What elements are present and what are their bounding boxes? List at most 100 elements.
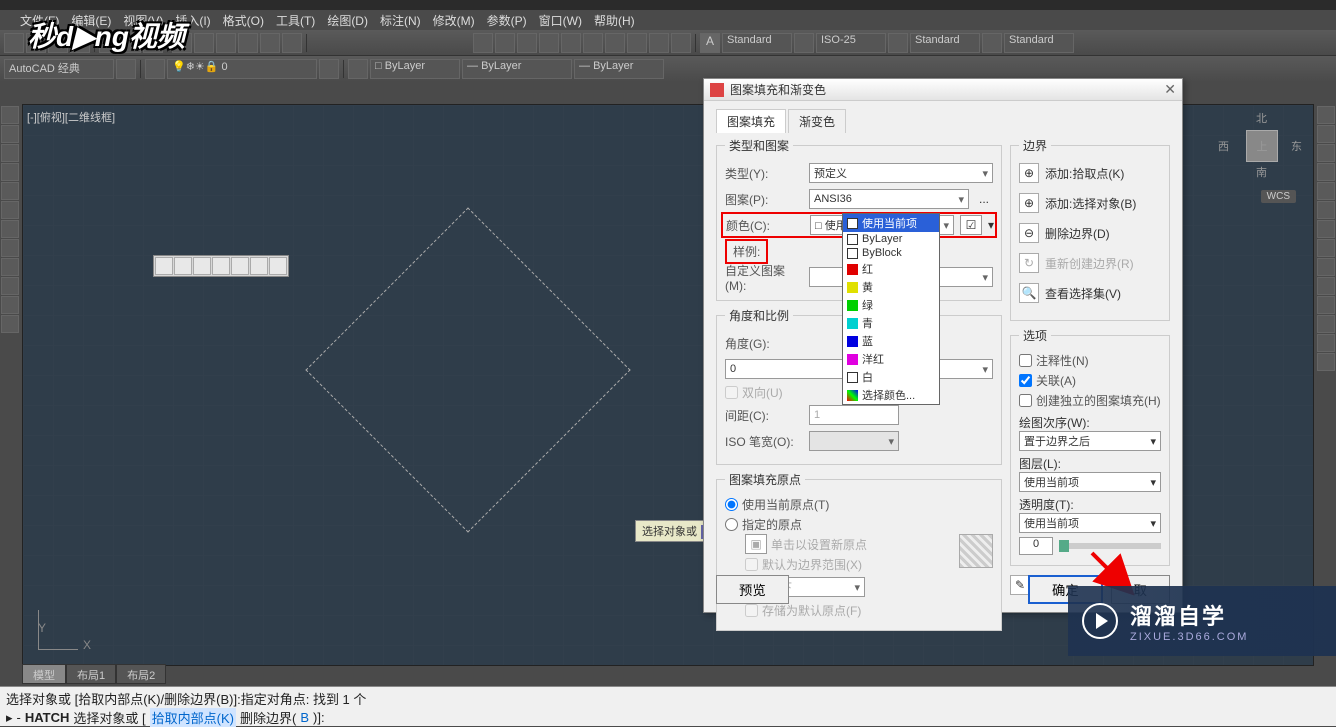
tool-icon[interactable] bbox=[495, 33, 515, 53]
line-icon[interactable] bbox=[1, 106, 19, 124]
pattern-browse-button[interactable]: ... bbox=[975, 192, 993, 206]
view-icon[interactable] bbox=[269, 257, 287, 275]
annotative-checkbox[interactable] bbox=[1019, 354, 1032, 367]
erase-icon[interactable] bbox=[1317, 106, 1335, 124]
color-icon[interactable] bbox=[348, 59, 368, 79]
command-prompt[interactable]: ▸ - HATCH 选择对象或 [拾取内部点(K) 删除边界(B)]: bbox=[6, 708, 1330, 727]
extend-icon[interactable] bbox=[1317, 296, 1335, 314]
color-option[interactable]: 洋红 bbox=[843, 350, 939, 368]
stretch-icon[interactable] bbox=[1317, 258, 1335, 276]
circle-icon[interactable] bbox=[1, 144, 19, 162]
tool-icon[interactable] bbox=[517, 33, 537, 53]
separate-checkbox[interactable] bbox=[1019, 394, 1032, 407]
tool-icon[interactable] bbox=[649, 33, 669, 53]
color-dropdown-list[interactable]: 使用当前项ByLayerByBlock红黄绿青蓝洋红白选择颜色... bbox=[842, 213, 940, 405]
mirror-icon[interactable] bbox=[1317, 144, 1335, 162]
menu-item[interactable]: 修改(M) bbox=[433, 12, 475, 29]
add-select-icon[interactable]: ⊕ bbox=[1019, 193, 1039, 213]
color-option[interactable]: 青 bbox=[843, 314, 939, 332]
wcs-badge[interactable]: WCS bbox=[1261, 190, 1296, 203]
view-cube[interactable]: 上 北 南 东 西 bbox=[1226, 110, 1296, 180]
gear-icon[interactable] bbox=[116, 59, 136, 79]
chamfer-icon[interactable] bbox=[1317, 334, 1335, 352]
tool-icon[interactable] bbox=[539, 33, 559, 53]
background-color-button[interactable]: ☑ bbox=[960, 215, 982, 235]
menu-item[interactable]: 工具(T) bbox=[276, 12, 315, 29]
selected-polyline[interactable] bbox=[305, 207, 630, 532]
move-icon[interactable] bbox=[1317, 201, 1335, 219]
color-option[interactable]: 黄 bbox=[843, 278, 939, 296]
menu-item[interactable]: 窗口(W) bbox=[539, 12, 582, 29]
color-option[interactable]: ByBlock bbox=[843, 246, 939, 260]
add-pick-icon[interactable]: ⊕ bbox=[1019, 163, 1039, 183]
text-style-icon[interactable]: A bbox=[700, 33, 720, 53]
color-option[interactable]: 红 bbox=[843, 260, 939, 278]
mleader-style-icon[interactable] bbox=[982, 33, 1002, 53]
bg-color-arrow[interactable]: ▾ bbox=[988, 218, 994, 232]
use-current-origin-radio[interactable] bbox=[725, 498, 738, 511]
arc-icon[interactable] bbox=[1, 163, 19, 181]
menu-item[interactable]: 参数(P) bbox=[487, 12, 527, 29]
linetype-dropdown[interactable]: — ByLayer bbox=[462, 59, 572, 79]
color-option[interactable]: ByLayer bbox=[843, 232, 939, 246]
tab-gradient[interactable]: 渐变色 bbox=[788, 109, 846, 133]
pattern-combo[interactable]: ANSI36▾ bbox=[809, 189, 969, 209]
command-line[interactable]: 选择对象或 [拾取内部点(K)/删除边界(B)]:指定对角点: 找到 1 个 ▸… bbox=[0, 686, 1336, 726]
layout-tab[interactable]: 布局1 bbox=[66, 664, 116, 684]
dialog-titlebar[interactable]: 图案填充和渐变色 ✕ bbox=[704, 79, 1182, 101]
draw-order-combo[interactable]: 置于边界之后▾ bbox=[1019, 431, 1161, 451]
color-option[interactable]: 白 bbox=[843, 368, 939, 386]
pline-icon[interactable] bbox=[1, 125, 19, 143]
color-option[interactable]: 蓝 bbox=[843, 332, 939, 350]
offset-icon[interactable] bbox=[1317, 163, 1335, 181]
layer-state-icon[interactable] bbox=[319, 59, 339, 79]
layer-dropdown[interactable]: 💡❄☀🔒 0 bbox=[167, 59, 317, 79]
tool-icon[interactable] bbox=[4, 33, 24, 53]
view-icon[interactable] bbox=[250, 257, 268, 275]
explode-icon[interactable] bbox=[1317, 353, 1335, 371]
tool-icon[interactable] bbox=[260, 33, 280, 53]
remove-boundary-label[interactable]: 删除边界(D) bbox=[1045, 225, 1110, 242]
region-icon[interactable] bbox=[1, 315, 19, 333]
view-icon[interactable] bbox=[174, 257, 192, 275]
scale-icon[interactable] bbox=[1317, 239, 1335, 257]
menu-item[interactable]: 帮助(H) bbox=[594, 12, 635, 29]
transparency-slider[interactable] bbox=[1059, 543, 1161, 549]
tool-icon[interactable] bbox=[238, 33, 258, 53]
angle-combo[interactable]: 0▾ bbox=[725, 359, 856, 379]
tab-hatch[interactable]: 图案填充 bbox=[716, 109, 786, 133]
view-icon[interactable] bbox=[231, 257, 249, 275]
dim-style-dropdown[interactable]: ISO-25 bbox=[816, 33, 886, 53]
text-icon[interactable] bbox=[1, 258, 19, 276]
layer-combo[interactable]: 使用当前项▾ bbox=[1019, 472, 1161, 492]
tool-icon[interactable] bbox=[605, 33, 625, 53]
rect-icon[interactable] bbox=[1, 182, 19, 200]
color-option[interactable]: 绿 bbox=[843, 296, 939, 314]
layer-icon[interactable] bbox=[145, 59, 165, 79]
specified-origin-radio[interactable] bbox=[725, 518, 738, 531]
transparency-value[interactable]: 0 bbox=[1019, 537, 1053, 555]
view-icon[interactable] bbox=[193, 257, 211, 275]
tool-icon[interactable] bbox=[671, 33, 691, 53]
add-select-label[interactable]: 添加:选择对象(B) bbox=[1045, 195, 1136, 212]
lineweight-dropdown[interactable]: — ByLayer bbox=[574, 59, 664, 79]
remove-boundary-icon[interactable]: ⊖ bbox=[1019, 223, 1039, 243]
color-option[interactable]: 选择颜色... bbox=[843, 386, 939, 404]
mleader-style-dropdown[interactable]: Standard bbox=[1004, 33, 1074, 53]
layout-tab[interactable]: 布局2 bbox=[116, 664, 166, 684]
fillet-icon[interactable] bbox=[1317, 315, 1335, 333]
view-icon[interactable] bbox=[212, 257, 230, 275]
trim-icon[interactable] bbox=[1317, 277, 1335, 295]
point-icon[interactable] bbox=[1, 239, 19, 257]
tool-icon[interactable] bbox=[473, 33, 493, 53]
table-style-icon[interactable] bbox=[888, 33, 908, 53]
block-icon[interactable] bbox=[1, 277, 19, 295]
layout-tab[interactable]: 模型 bbox=[22, 664, 66, 684]
preview-button[interactable]: 预览 bbox=[716, 575, 789, 604]
rotate-icon[interactable] bbox=[1317, 220, 1335, 238]
menu-item[interactable]: 格式(O) bbox=[223, 12, 264, 29]
type-combo[interactable]: 预定义▾ bbox=[809, 163, 993, 183]
table-icon[interactable] bbox=[1, 296, 19, 314]
tool-icon[interactable] bbox=[194, 33, 214, 53]
dim-style-icon[interactable] bbox=[794, 33, 814, 53]
